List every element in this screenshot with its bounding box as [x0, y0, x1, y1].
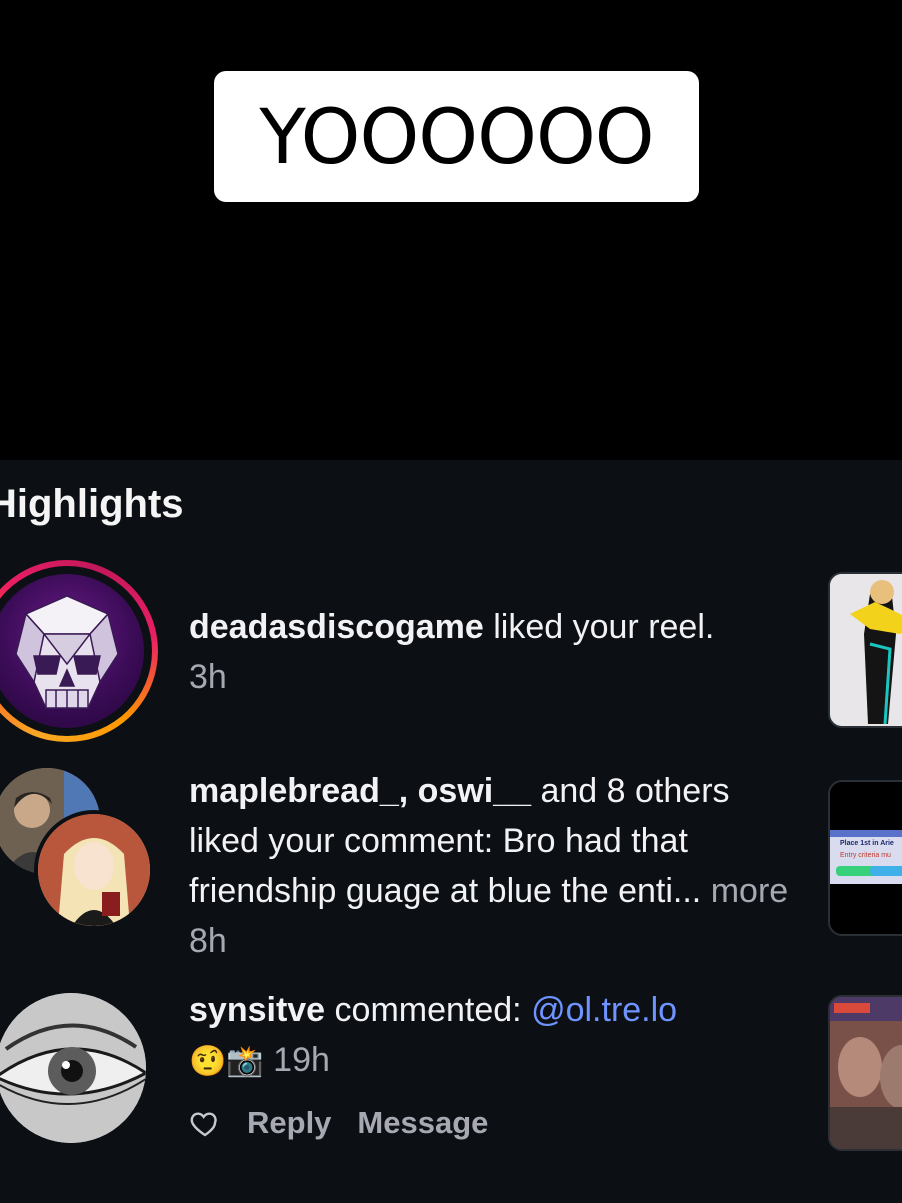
heart-icon[interactable]	[189, 1107, 221, 1139]
reel-thumbnail[interactable]	[828, 572, 902, 728]
avatar[interactable]	[0, 574, 144, 728]
thumb-caption: Place 1st in Arie	[840, 840, 894, 847]
more-link[interactable]: more	[701, 872, 788, 910]
emoji-text: 🤨📸	[189, 1044, 264, 1079]
username[interactable]: deadasdiscogame	[189, 608, 484, 646]
game-scene-thumb	[830, 997, 902, 1149]
character-thumb-image	[830, 574, 902, 726]
notification-row[interactable]: synsitve commented: @ol.tre.lo 🤨📸 19h Re…	[0, 991, 902, 1175]
timestamp: 19h	[263, 1041, 330, 1079]
avatar[interactable]	[0, 993, 146, 1143]
timestamp: 8h	[189, 922, 227, 960]
mention-link[interactable]: @ol.tre.lo	[531, 991, 677, 1029]
caption-bubble: YOOOOOO	[214, 71, 699, 202]
comment-actions: Reply Message	[189, 1105, 488, 1141]
thumb-caption: Entry criteria mu	[840, 852, 891, 859]
usernames[interactable]: maplebread_, oswi__	[189, 772, 531, 810]
message-button[interactable]: Message	[357, 1105, 488, 1141]
username[interactable]: synsitve	[189, 991, 325, 1029]
notification-row[interactable]: deadasdiscogame liked your reel. 3h	[0, 560, 902, 742]
notification-text: maplebread_, oswi__ and 8 others liked y…	[189, 772, 789, 960]
notifications-panel: Highlights deadasdiscogame liked your re…	[0, 460, 902, 1203]
story-ring[interactable]	[0, 560, 158, 742]
anime-girl-icon	[38, 814, 150, 926]
notification-text: deadasdiscogame liked your reel. 3h	[189, 608, 715, 696]
eye-drawing-icon	[0, 993, 146, 1143]
avatar[interactable]	[34, 810, 154, 930]
post-thumbnail[interactable]	[828, 995, 902, 1151]
timestamp: 3h	[189, 658, 227, 696]
reply-button[interactable]: Reply	[247, 1105, 331, 1141]
skull-icon	[15, 595, 119, 709]
section-title: Highlights	[0, 482, 184, 526]
notification-row[interactable]: maplebread_, oswi__ and 8 others liked y…	[0, 768, 902, 960]
comment-thumbnail[interactable]: Place 1st in Arie Entry criteria mu	[828, 780, 902, 936]
caption-text: YOOOOOO	[259, 92, 654, 181]
notification-text: synsitve commented: @ol.tre.lo 🤨📸 19h	[189, 991, 678, 1079]
